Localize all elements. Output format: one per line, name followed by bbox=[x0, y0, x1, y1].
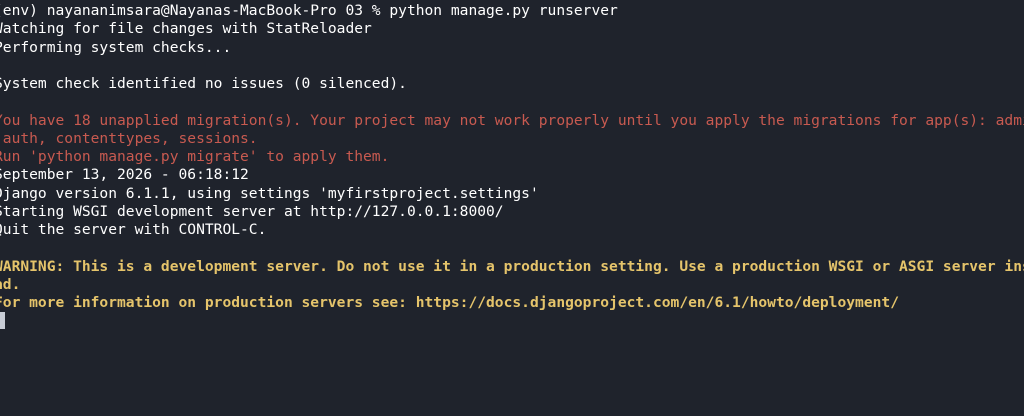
migrate-hint-line: Run 'python manage.py migrate' to apply … bbox=[0, 148, 390, 165]
system-check-line: System check identified no issues (0 sil… bbox=[0, 75, 407, 92]
cursor-line bbox=[0, 312, 1024, 330]
more-info-line: For more information on production serve… bbox=[0, 294, 899, 311]
server-start-line: Starting WSGI development server at http… bbox=[0, 202, 504, 220]
text-cursor bbox=[0, 312, 5, 330]
watching-line: Watching for file changes with StatReloa… bbox=[0, 20, 372, 38]
django-version-line: Django version 6.1.1, using settings 'my… bbox=[0, 184, 539, 202]
command-prompt-line: (env) nayananimsara@Nayanas-MacBook-Pro … bbox=[0, 2, 618, 19]
migrations-warning-line-1: You have 18 unapplied migration(s). Your… bbox=[0, 111, 1024, 129]
quit-hint-line: Quit the server with CONTROL-C. bbox=[0, 221, 267, 238]
performing-checks-line: Performing system checks... bbox=[0, 38, 232, 56]
timestamp-line: September 13, 2026 - 06:18:12 bbox=[0, 166, 249, 184]
dev-server-warning-line-2: ad. bbox=[0, 275, 21, 293]
migrations-warning-line-2: auth, contenttypes, sessions. bbox=[0, 129, 258, 147]
terminal-window[interactable]: (env) nayananimsara@Nayanas-MacBook-Pro … bbox=[0, 0, 1024, 416]
dev-server-warning-line-1: WARNING: This is a development server. D… bbox=[0, 257, 1024, 275]
